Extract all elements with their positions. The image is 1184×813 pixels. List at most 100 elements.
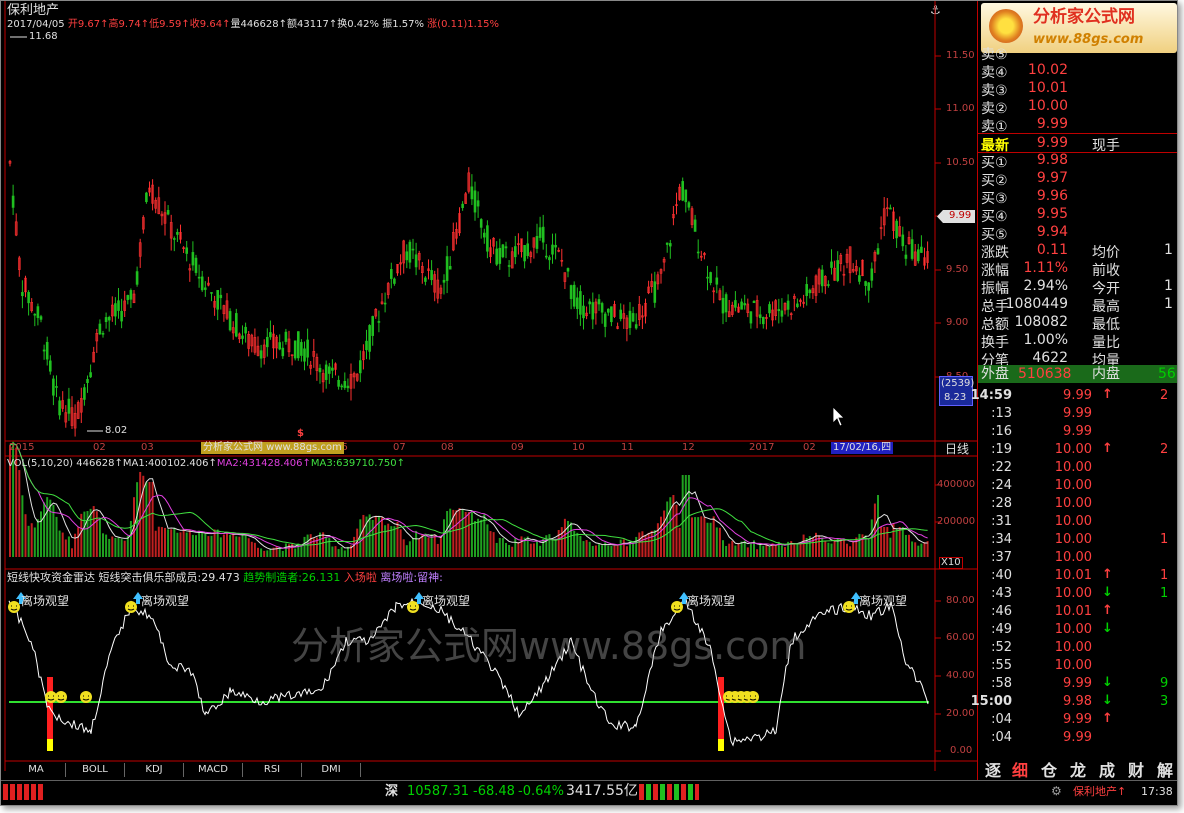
tick-price: 10.01 xyxy=(1054,604,1092,619)
status-stock[interactable]: 保利地产↑ xyxy=(1073,786,1126,797)
status-meter-mid xyxy=(639,784,699,800)
oscillator-line xyxy=(8,597,929,747)
stat-value: 1080449 xyxy=(1005,296,1068,312)
tick-time: 15:00 xyxy=(970,694,1012,709)
status-change: -68.48 xyxy=(473,784,515,799)
tab-fine[interactable]: 细 xyxy=(1012,757,1028,781)
tick-time: :19 xyxy=(991,442,1012,457)
tick-price: 9.99 xyxy=(1063,406,1092,421)
order-book-row: 卖④ 10.02 xyxy=(978,61,1177,81)
volume-header: VOL(5,10,20) 446628↑MA1:400102.406↑MA2:4… xyxy=(7,458,405,469)
tick-time: :34 xyxy=(991,532,1012,547)
tick-price: 9.99 xyxy=(1063,712,1092,727)
tick-volume: 9 xyxy=(1160,676,1169,691)
stat-value2: 1 xyxy=(1164,296,1173,312)
date-axis-label: 10 xyxy=(572,442,585,453)
tick-volume: 1 xyxy=(1160,568,1169,583)
tick-volume: 1 xyxy=(1160,532,1169,547)
order-price: 9.99 xyxy=(1036,135,1068,151)
status-pct: -0.64% xyxy=(518,784,564,799)
price-axis-label: 10.50 xyxy=(946,157,975,168)
stats-row: 换手 1.00% 量比 xyxy=(978,331,1177,351)
tab-boll[interactable]: BOLL xyxy=(66,763,125,777)
tick-time: :40 xyxy=(991,568,1012,583)
tick-price: 9.99 xyxy=(1063,676,1092,691)
tick-row: :04 9.99 xyxy=(978,728,1177,746)
signal-label: 离场观望 xyxy=(141,594,190,608)
tab-dragon[interactable]: 龙 xyxy=(1070,757,1086,781)
indicator-axis-label: 40.00 xyxy=(946,670,975,681)
signal-label: 离场观望 xyxy=(859,594,908,608)
price-axis-label: 9.00 xyxy=(946,317,969,328)
tick-volume: 1 xyxy=(1160,586,1169,601)
signal-label: 离场观望 xyxy=(422,594,471,608)
tick-time: :43 xyxy=(991,586,1012,601)
tab-explain[interactable]: 解 xyxy=(1157,757,1173,781)
stat-value2: 1 xyxy=(1164,278,1173,294)
tick-row: :58 9.99 ↓ 9 xyxy=(978,674,1177,692)
tick-price: 10.00 xyxy=(1054,532,1092,547)
order-price: 10.00 xyxy=(1027,98,1068,114)
tick-time: :24 xyxy=(991,478,1012,493)
status-meter-left xyxy=(3,784,45,800)
tick-row: :24 10.00 xyxy=(978,476,1177,494)
tick-row: :49 10.00 ↓ xyxy=(978,620,1177,638)
status-time: 17:38 xyxy=(1141,785,1173,798)
tick-price: 10.00 xyxy=(1054,640,1092,655)
stat-value2: 1 xyxy=(1164,242,1173,258)
smiley-icon xyxy=(125,601,137,613)
tick-time: :55 xyxy=(991,658,1012,673)
dollar-marker: $ xyxy=(297,428,304,439)
status-amount: 3417.55亿 xyxy=(566,783,638,799)
tick-row: :16 9.99 xyxy=(978,422,1177,440)
stats-row: 总额 108082 最低 xyxy=(978,313,1177,333)
tab-position[interactable]: 仓 xyxy=(1041,757,1057,781)
period-label[interactable]: 日线 xyxy=(945,443,969,455)
order-book-row: 卖⑤ xyxy=(978,43,1177,63)
order-price: 9.97 xyxy=(1036,170,1068,186)
tick-price: 10.00 xyxy=(1054,460,1092,475)
tab-finance[interactable]: 财 xyxy=(1128,757,1144,781)
tick-row: :37 10.00 xyxy=(978,548,1177,566)
tick-arrow-icon: ↑ xyxy=(1102,387,1113,402)
stat-value: 4622 xyxy=(1032,350,1068,366)
tick-price: 10.00 xyxy=(1054,622,1092,637)
tab-kdj[interactable]: KDJ xyxy=(125,763,184,777)
tick-time: 14:59 xyxy=(970,388,1012,403)
tab-ma[interactable]: MA xyxy=(7,763,66,777)
tick-row: :22 10.00 xyxy=(978,458,1177,476)
order-book-row: 买④ 9.95 xyxy=(978,205,1177,225)
tick-row: :04 9.99 ↑ xyxy=(978,710,1177,728)
date-axis-label: 12 xyxy=(682,442,695,453)
tab-dmi[interactable]: DMI xyxy=(302,763,361,777)
tick-row: 15:00 9.98 ↓ 3 xyxy=(971,692,1177,710)
tick-row: :28 10.00 xyxy=(978,494,1177,512)
date-axis-label: 11 xyxy=(621,442,634,453)
tick-arrow-icon: ↑ xyxy=(1102,711,1113,726)
tab-deal[interactable]: 成 xyxy=(1099,757,1115,781)
tick-row: :55 10.00 xyxy=(978,656,1177,674)
indicator-axis-label: 20.00 xyxy=(946,708,975,719)
logo-title: 分析家公式网 xyxy=(1033,7,1135,27)
order-book-row: 买② 9.97 xyxy=(978,169,1177,189)
tab-macd[interactable]: MACD xyxy=(184,763,243,777)
status-settings-icon[interactable]: ⚙ xyxy=(1051,785,1062,797)
mouse-cursor-icon xyxy=(832,406,845,427)
tab-detail[interactable]: 逐 xyxy=(985,757,1001,781)
vol-axis-label: 400000 xyxy=(937,479,976,490)
tick-price: 10.00 xyxy=(1054,478,1092,493)
vol-unit: X10 xyxy=(939,557,963,569)
stat-value: 1.11% xyxy=(1023,260,1068,276)
indicator-axis-label: 0.00 xyxy=(950,745,973,756)
order-book-row: 买① 9.98 xyxy=(978,151,1177,171)
smiley-icon xyxy=(843,601,855,613)
tick-row: :40 10.01 ↑ 1 xyxy=(978,566,1177,584)
tab-rsi[interactable]: RSI xyxy=(243,763,302,777)
tick-time: :13 xyxy=(991,406,1012,421)
tick-row: :46 10.01 ↑ xyxy=(978,602,1177,620)
tick-arrow-icon: ↑ xyxy=(1102,603,1113,618)
bar-count-box: (2539) 8.23 xyxy=(939,376,974,406)
tick-time: :58 xyxy=(991,676,1012,691)
entry-bar-right xyxy=(718,677,724,751)
candlestick-series xyxy=(8,159,929,437)
